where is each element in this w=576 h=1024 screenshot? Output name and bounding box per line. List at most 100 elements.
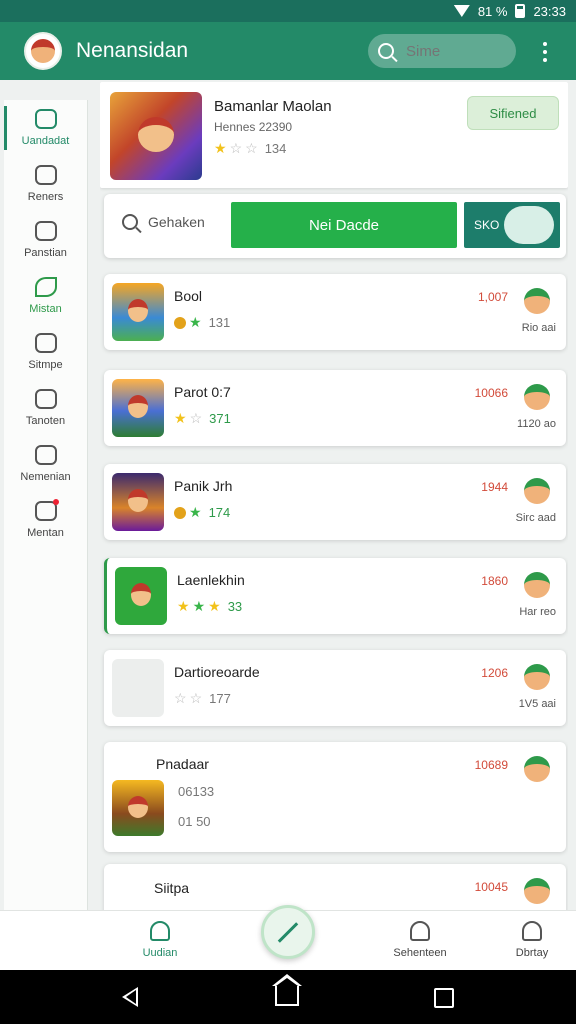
game-card[interactable]: Panik Jrh ★ 174 1944 Sirc aad: [104, 464, 566, 540]
pencil-icon: [277, 921, 299, 943]
bottom-nav-item-0[interactable]: Uudian: [120, 921, 200, 959]
game-count: 1206: [481, 666, 508, 680]
action-toolbar: Gehaken Nei Dacde SKO: [104, 194, 566, 258]
game-card[interactable]: Siitpa 10045: [104, 864, 566, 912]
bottom-nav-label: Dbrtay: [515, 947, 549, 959]
sidebar-item-6[interactable]: Nemenian: [4, 436, 87, 492]
game-card[interactable]: Parot 0:7 ★ ☆ 371 10066 1120 ao: [104, 370, 566, 446]
game-rating: 06133: [174, 784, 214, 799]
bottom-nav-label: Uudian: [142, 947, 178, 959]
game-rating: ☆ ☆ 177: [174, 690, 231, 707]
star-icon: ★: [177, 598, 190, 614]
more-menu-icon[interactable]: [538, 42, 552, 62]
toolbar-search[interactable]: Gehaken: [122, 214, 205, 230]
toggle-switch[interactable]: SKO: [464, 202, 560, 248]
sidebar-item-3[interactable]: Mistan: [4, 268, 87, 324]
game-title: Panik Jrh: [174, 478, 233, 494]
star-icon: ★: [214, 140, 227, 156]
game-count: 10066: [474, 386, 508, 400]
game-thumbnail: [112, 473, 164, 531]
rating-value: 33: [227, 599, 243, 614]
bottom-nav-item-2[interactable]: Dbrtay: [492, 921, 572, 959]
player-avatar-icon: [524, 878, 550, 904]
bottom-nav-label: Sehenteen: [393, 947, 447, 959]
game-thumbnail: [112, 780, 164, 836]
game-title: Laenlekhin: [177, 572, 245, 588]
avatar[interactable]: [24, 32, 62, 70]
sidebar-item-7[interactable]: Mentan: [4, 492, 87, 548]
game-meta: 1V5 aai: [518, 698, 556, 710]
edit-icon: [34, 389, 57, 409]
game-card-selected[interactable]: Laenlekhin ★ ★ ★ 33 1860 Har reo: [104, 558, 566, 634]
coin-icon: [174, 316, 186, 329]
rating-value: 177: [209, 691, 231, 706]
sidebar: Uandadat Reners Panstian Mistan Sitmpe T…: [4, 100, 88, 910]
featured-subtitle: Hennes 22390: [214, 120, 293, 134]
inbox-icon: [34, 501, 57, 521]
app-title: Nenansidan: [76, 39, 189, 62]
game-card[interactable]: Bool ★ 131 1,007 Rio aai: [104, 274, 566, 350]
featured-card[interactable]: Bamanlar Maolan Hennes 22390 ★ ☆ ☆ 134 Sif…: [100, 82, 568, 188]
profile-icon: [522, 921, 542, 941]
wallet-icon: [34, 109, 57, 129]
featured-rating: ★ ☆ ☆ 134: [214, 140, 286, 157]
game-rating: ★ ☆ 371: [174, 410, 231, 427]
create-fab-button[interactable]: [261, 905, 315, 959]
star-icon: ★: [174, 410, 187, 426]
star-outline-icon: ☆: [189, 690, 203, 706]
home-icon: [34, 165, 57, 185]
primary-action-button[interactable]: Nei Dacde: [231, 202, 457, 248]
game-title: Pnadaar: [156, 756, 209, 772]
coin-icon: [174, 506, 186, 519]
pen-icon: [34, 445, 57, 465]
bottom-nav-item-1[interactable]: Sehenteen: [380, 921, 460, 959]
game-count: 1,007: [477, 290, 508, 304]
game-count: 1944: [481, 480, 508, 494]
home-icon[interactable]: [272, 974, 302, 1006]
sidebar-item-4[interactable]: Sitmpe: [4, 324, 87, 380]
signal-text: 81 %: [477, 3, 508, 19]
sidebar-item-0[interactable]: Uandadat: [4, 100, 87, 156]
leaf-icon: [34, 277, 57, 297]
game-card[interactable]: Pnadaar 06133 01 50 10689: [104, 742, 566, 852]
search-icon: [378, 43, 394, 59]
person-icon: [34, 221, 57, 241]
system-navigation-bar: [0, 970, 576, 1024]
featured-action-button[interactable]: Sifiened: [467, 96, 559, 130]
avatar-face-icon: [31, 39, 55, 63]
game-count: 1860: [481, 574, 508, 588]
star-icon: ★: [189, 504, 202, 520]
player-avatar-icon: [524, 288, 550, 314]
sidebar-item-label: Reners: [27, 191, 64, 203]
player-avatar-icon: [524, 384, 550, 410]
status-bar: 81 % 23:33: [0, 0, 576, 22]
game-title: Parot 0:7: [174, 384, 231, 400]
app-bar: Nenansidan: [0, 22, 576, 80]
game-thumbnail: [112, 379, 164, 437]
sidebar-item-label: Tanoten: [25, 415, 66, 427]
game-meta: 1120 ao: [517, 418, 556, 430]
rating-value: 174: [208, 505, 231, 520]
game-title: Bool: [174, 288, 203, 304]
back-icon[interactable]: [122, 987, 138, 1007]
player-avatar-icon: [524, 478, 550, 504]
game-title: Siitpa: [154, 880, 190, 896]
star-icon: ★: [189, 314, 202, 330]
search-bar[interactable]: [368, 34, 516, 68]
sidebar-item-label: Sitmpe: [28, 359, 63, 371]
rating-value: 131: [208, 315, 231, 330]
sidebar-item-5[interactable]: Tanoten: [4, 380, 87, 436]
search-icon: [122, 214, 138, 230]
game-thumbnail: [112, 659, 164, 717]
game-card[interactable]: Dartioreoarde ☆ ☆ 177 1206 1V5 aai: [104, 650, 566, 726]
star-icon: ★: [192, 598, 206, 614]
sidebar-item-label: Panstian: [24, 247, 67, 259]
sidebar-item-2[interactable]: Panstian: [4, 212, 87, 268]
game-thumbnail: [115, 567, 167, 625]
star-outline-icon: ☆: [174, 690, 187, 706]
inbox-icon: [410, 921, 430, 941]
star-icon: ★: [208, 598, 221, 614]
search-input[interactable]: [406, 42, 506, 60]
sidebar-item-1[interactable]: Reners: [4, 156, 87, 212]
recent-apps-icon[interactable]: [434, 988, 454, 1008]
